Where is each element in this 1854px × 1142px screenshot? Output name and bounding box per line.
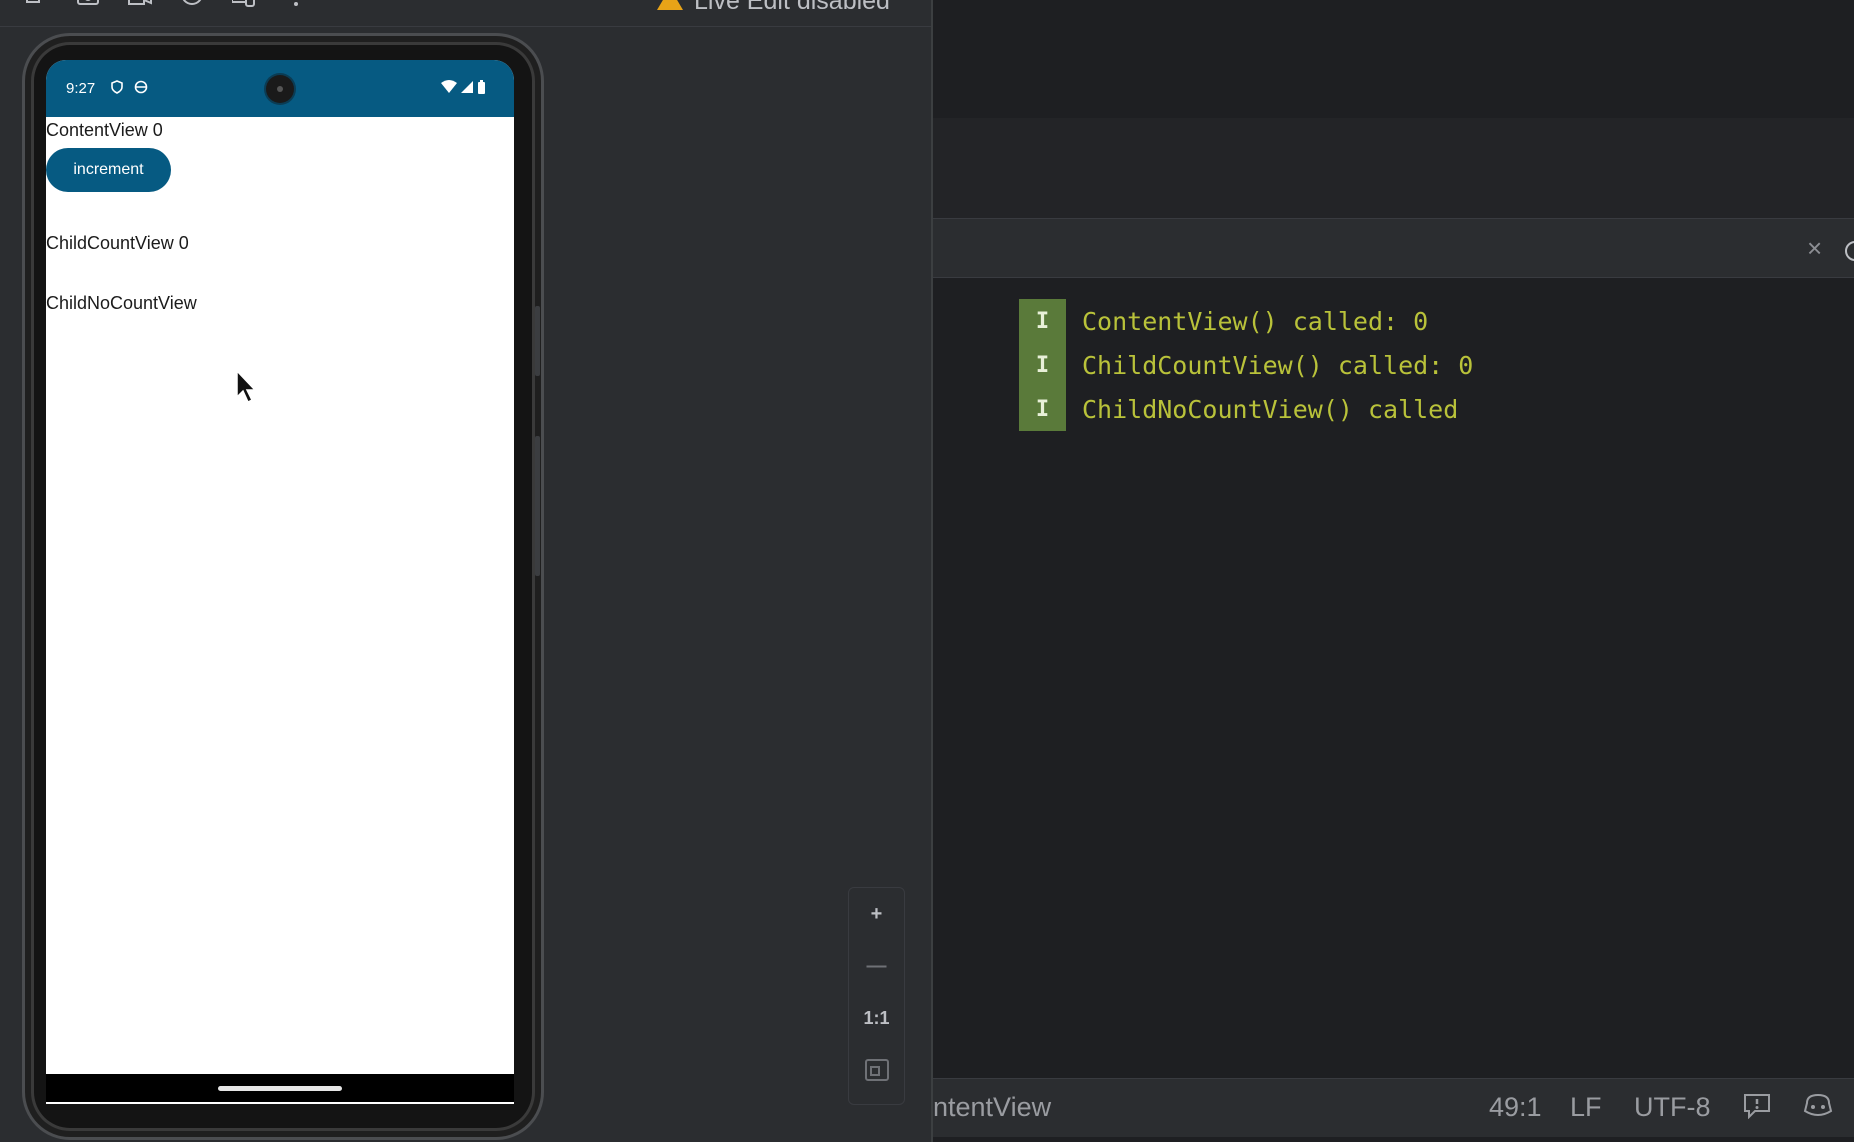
- copilot-icon[interactable]: [1803, 1093, 1833, 1126]
- live-edit-label: Live Edit disabled: [694, 0, 890, 15]
- mouse-cursor-icon: [236, 369, 258, 404]
- device-mirror-icon[interactable]: [231, 0, 256, 8]
- status-time: 9:27: [66, 80, 96, 97]
- log-level-badge: I: [1019, 343, 1066, 387]
- info-icon[interactable]: [180, 0, 204, 8]
- breadcrumb[interactable]: ntentView: [933, 1092, 1051, 1123]
- live-edit-status[interactable]: Live Edit disabled: [656, 0, 890, 15]
- status-icons: [441, 80, 486, 98]
- notifications-icon[interactable]: [1743, 1093, 1771, 1126]
- more-icon[interactable]: [284, 0, 308, 8]
- log-line: I ContentView() called: 0: [1019, 299, 1428, 343]
- editor-area-lower: [933, 118, 1854, 219]
- cursor-position[interactable]: 49:1: [1489, 1092, 1542, 1123]
- editor-area: [933, 0, 1854, 119]
- logcat-header: ×: [933, 219, 1854, 278]
- power-button: [535, 306, 540, 376]
- log-line: I ChildCountView() called: 0: [1019, 343, 1473, 387]
- data-saver-icon: [134, 80, 148, 94]
- logcat-output: I ContentView() called: 0 I ChildCountVi…: [933, 278, 1854, 1078]
- log-message: ChildCountView() called: 0: [1082, 350, 1474, 380]
- screenshot-icon[interactable]: [76, 0, 100, 8]
- log-message: ChildNoCountView() called: [1082, 394, 1459, 424]
- right-panel: × I ContentView() called: 0 I ChildCount…: [933, 0, 1854, 1142]
- content-view-text: ContentView 0: [46, 120, 163, 140]
- log-message: ContentView() called: 0: [1082, 306, 1429, 336]
- warning-icon: [656, 0, 684, 16]
- close-icon[interactable]: ×: [1807, 235, 1829, 261]
- zoom-out-button[interactable]: —: [849, 940, 904, 992]
- wifi-icon: [441, 80, 457, 98]
- zoom-controls: + — 1:1: [848, 887, 905, 1105]
- home-gesture-handle[interactable]: [218, 1086, 342, 1091]
- screen-record-icon[interactable]: [128, 0, 152, 8]
- log-level-badge: I: [1019, 387, 1066, 431]
- log-line: I ChildNoCountView() called: [1019, 387, 1458, 431]
- status-bar: 9:27: [46, 60, 514, 117]
- increment-button[interactable]: increment: [46, 148, 171, 192]
- ide-status-bar: ntentView 49:1 LF UTF-8: [933, 1078, 1854, 1137]
- signal-icon: [460, 80, 474, 98]
- search-icon[interactable]: [1845, 241, 1854, 261]
- volume-button: [535, 436, 540, 576]
- back-icon[interactable]: [24, 0, 48, 8]
- phone-screen[interactable]: 9:27 ContentView 0 increment ChildCountV…: [46, 60, 514, 1104]
- line-separator[interactable]: LF: [1570, 1092, 1602, 1123]
- battery-icon: [477, 80, 486, 98]
- navigation-bar: [46, 1074, 514, 1102]
- shield-icon: [110, 80, 124, 94]
- actual-size-button[interactable]: 1:1: [849, 992, 904, 1044]
- child-no-count-view-text: ChildNoCountView: [46, 293, 197, 313]
- emulator-panel: Live Edit disabled 9:27 ContentView 0 in…: [0, 0, 933, 1142]
- zoom-in-button[interactable]: +: [849, 888, 904, 940]
- fit-screen-icon[interactable]: [849, 1044, 904, 1096]
- log-level-badge: I: [1019, 299, 1066, 343]
- emulator-toolbar: Live Edit disabled: [0, 0, 931, 27]
- child-count-view-text: ChildCountView 0: [46, 233, 189, 253]
- file-encoding[interactable]: UTF-8: [1634, 1092, 1711, 1123]
- camera-cutout: [266, 75, 294, 103]
